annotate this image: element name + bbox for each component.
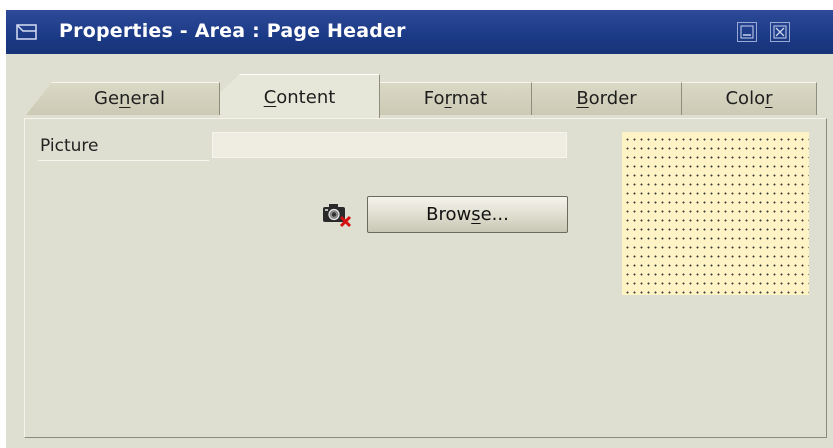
- picture-path-field[interactable]: [212, 132, 567, 158]
- close-icon: [773, 25, 787, 39]
- browse-button[interactable]: Browse...: [367, 196, 568, 233]
- window-icon: [16, 24, 37, 40]
- title-bar[interactable]: Properties - Area : Page Header: [6, 10, 833, 54]
- properties-window: Properties - Area : Page Header General …: [6, 10, 833, 448]
- minimize-icon: [740, 25, 754, 39]
- minimize-button[interactable]: [737, 22, 757, 42]
- tab-general[interactable]: General: [26, 82, 220, 115]
- tab-color[interactable]: Color: [682, 82, 817, 115]
- picture-preview: [622, 132, 809, 295]
- tab-strip: General Format Border Color Content: [6, 66, 833, 118]
- camera-delete-icon[interactable]: [321, 200, 353, 228]
- window-title: Properties - Area : Page Header: [59, 20, 406, 42]
- picture-label: Picture: [40, 136, 99, 156]
- picture-label-underline: [38, 160, 209, 161]
- close-button[interactable]: [770, 22, 790, 42]
- tab-content[interactable]: Content: [220, 74, 380, 118]
- content-panel: Picture Browse...: [24, 118, 827, 438]
- tab-format[interactable]: Format: [380, 82, 532, 115]
- tab-border[interactable]: Border: [532, 82, 682, 115]
